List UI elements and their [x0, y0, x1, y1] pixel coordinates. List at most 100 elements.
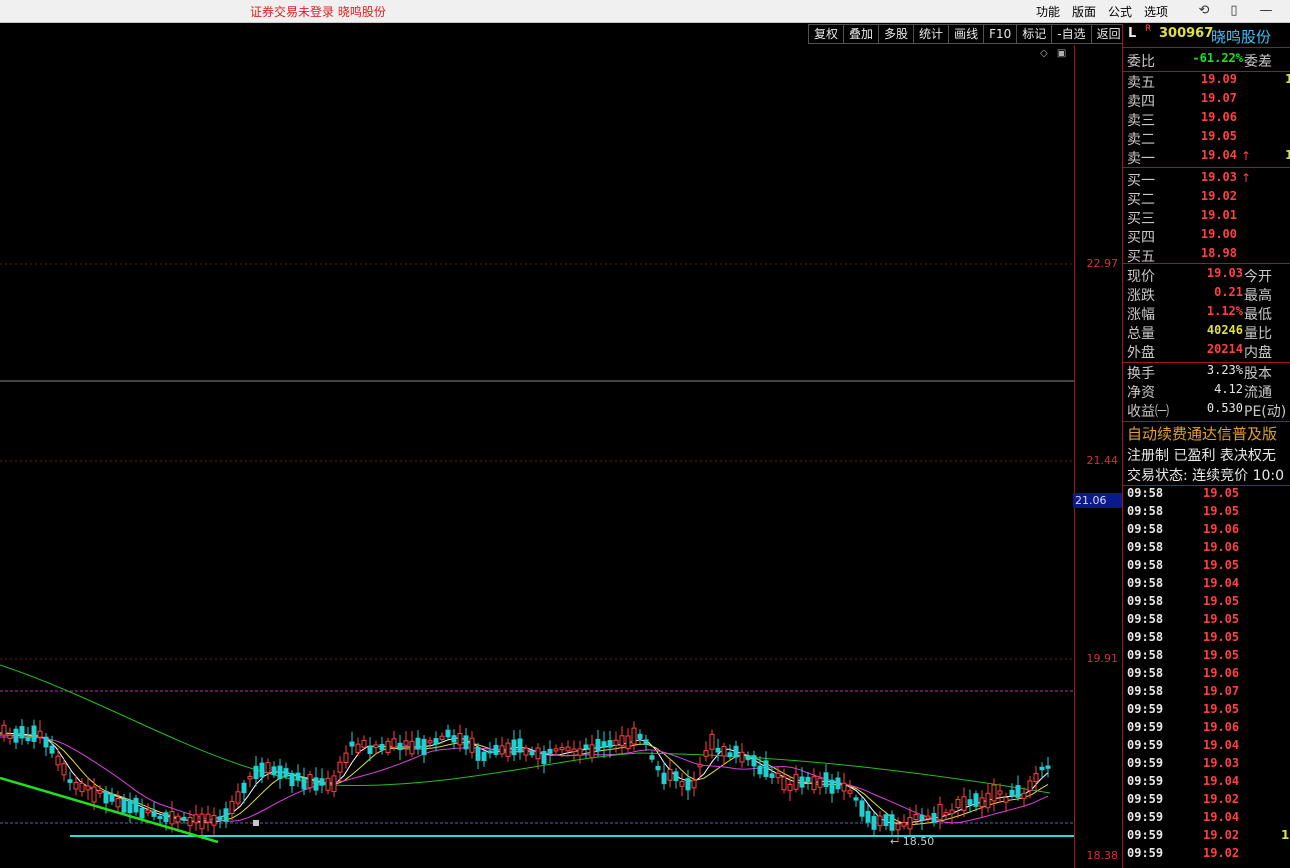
quote-row: 涨跌 0.21 最高: [1123, 285, 1290, 304]
candle-body: [163, 812, 169, 822]
overlay-button[interactable]: 叠加: [844, 24, 880, 44]
tick-price: 19.05: [1203, 630, 1240, 644]
candle-body: [961, 796, 967, 811]
candle-body: [49, 745, 55, 754]
candle-body: [397, 742, 403, 751]
tick-price: 19.04: [1203, 810, 1240, 824]
window-icon[interactable]: ▣: [1057, 48, 1066, 59]
candle-body: [1021, 792, 1027, 799]
order-price: 19.07: [1200, 91, 1237, 105]
candle-body: [301, 777, 307, 790]
order-price: 19.03: [1200, 170, 1237, 184]
candle-body: [151, 810, 157, 817]
tick-time: 09:58: [1127, 576, 1164, 590]
diamond-icon[interactable]: ◇: [1040, 48, 1048, 59]
quote-label-2: 最低: [1244, 307, 1272, 323]
buy-order-row[interactable]: 买二 19.02: [1123, 189, 1290, 208]
candle-body: [37, 730, 43, 738]
draw-line-button[interactable]: 画线: [949, 24, 985, 44]
sell-order-row[interactable]: 卖三 19.06: [1123, 110, 1290, 129]
tick-row: 09:58 19.05: [1123, 612, 1290, 630]
candle-body: [283, 768, 289, 777]
candle-body: [355, 743, 361, 753]
menu-layout[interactable]: 版面: [1072, 3, 1096, 20]
tags-text: 注册制 已盈利 表决权无: [1127, 448, 1276, 464]
stock-header: L R 300967 晓鸣股份: [1123, 24, 1290, 47]
tick-price: 19.02: [1203, 846, 1240, 860]
order-label: 买一: [1127, 173, 1155, 189]
candle-body: [907, 816, 913, 830]
order-price: 19.06: [1200, 110, 1237, 124]
statistics-button[interactable]: 统计: [914, 24, 950, 44]
candle-body: [793, 773, 799, 790]
tick-time: 09:58: [1127, 594, 1164, 608]
multi-stock-button[interactable]: 多股: [879, 24, 915, 44]
candle-body: [943, 812, 949, 816]
candle-body: [565, 746, 571, 752]
tick-price: 19.05: [1203, 648, 1240, 662]
buy-order-row[interactable]: 买一 19.03 ↑: [1123, 170, 1290, 189]
sell-order-row[interactable]: 卖五 19.09 1: [1123, 72, 1290, 91]
refresh-icon[interactable]: ⟲: [1196, 3, 1212, 19]
quote-label: 现价: [1127, 269, 1155, 285]
login-warning: 证券交易未登录 晓鸣股份: [250, 5, 386, 19]
candle-body: [601, 741, 607, 748]
candle-body: [457, 732, 463, 746]
menu-options[interactable]: 选项: [1144, 3, 1168, 20]
tick-price: 19.02: [1203, 828, 1240, 842]
tick-row: 09:58 19.05: [1123, 504, 1290, 522]
candle-body: [547, 748, 553, 754]
candle-body: [523, 747, 529, 756]
candle-body: [583, 744, 589, 750]
quote-label: 涨跌: [1127, 288, 1155, 304]
menu-function[interactable]: 功能: [1036, 3, 1060, 20]
f10-button[interactable]: F10: [984, 24, 1018, 44]
menu-formula[interactable]: 公式: [1108, 3, 1132, 20]
candle-body: [481, 751, 487, 762]
sell-order-row[interactable]: 卖一 19.04 1 ↑: [1123, 148, 1290, 167]
candle-body: [691, 779, 697, 789]
tick-time: 09:58: [1127, 522, 1164, 536]
sell-order-row[interactable]: 卖二 19.05: [1123, 129, 1290, 148]
candle-body: [403, 740, 409, 746]
trend-line: [0, 776, 219, 844]
tick-row: 09:58 19.05: [1123, 486, 1290, 504]
tick-row: 09:59 19.02: [1123, 792, 1290, 810]
quote-label: 外盘: [1127, 345, 1155, 361]
tick-time: 09:58: [1127, 648, 1164, 662]
order-price: 19.01: [1200, 208, 1237, 222]
candle-body: [31, 725, 37, 742]
candle-body: [511, 739, 517, 756]
stock-name[interactable]: 晓鸣股份: [1211, 26, 1271, 47]
candle-body: [409, 740, 415, 755]
tick-row: 09:58 19.06: [1123, 666, 1290, 684]
weibi-value: -61.22%: [1192, 51, 1243, 65]
candle-body: [595, 738, 601, 752]
candle-body: [475, 746, 481, 761]
candle-body: [739, 751, 745, 763]
candle-body: [13, 728, 19, 743]
ad-banner[interactable]: 自动续费通达信普及版: [1123, 423, 1290, 443]
buy-order-row[interactable]: 买三 19.01: [1123, 208, 1290, 227]
tick-row: 09:59 19.05: [1123, 702, 1290, 720]
restore-rights-button[interactable]: 复权: [808, 24, 845, 44]
mark-button[interactable]: 标记: [1017, 24, 1053, 44]
candle-body: [247, 775, 253, 780]
buy-order-row[interactable]: 买四 19.00: [1123, 227, 1290, 246]
candle-body: [697, 764, 703, 768]
tags-row: 注册制 已盈利 表决权无: [1123, 445, 1290, 464]
candle-body: [235, 791, 241, 804]
fundamental-label-2: 股本: [1244, 366, 1272, 382]
phone-icon[interactable]: ▯: [1226, 3, 1242, 19]
candle-body: [229, 800, 235, 814]
candlestick-chart[interactable]: ← 18.50: [0, 45, 1074, 868]
ad-text[interactable]: 自动续费通达信普及版: [1127, 423, 1277, 444]
remove-watchlist-button[interactable]: -自选: [1052, 24, 1092, 44]
sell-order-row[interactable]: 卖四 19.07: [1123, 91, 1290, 110]
minimize-icon[interactable]: —: [1258, 3, 1274, 19]
quote-label-2: 内盘: [1244, 345, 1272, 361]
flag-r: R: [1145, 24, 1152, 34]
candle-body: [343, 752, 349, 764]
candle-body: [715, 747, 721, 753]
tick-row: 09:58 19.07: [1123, 684, 1290, 702]
